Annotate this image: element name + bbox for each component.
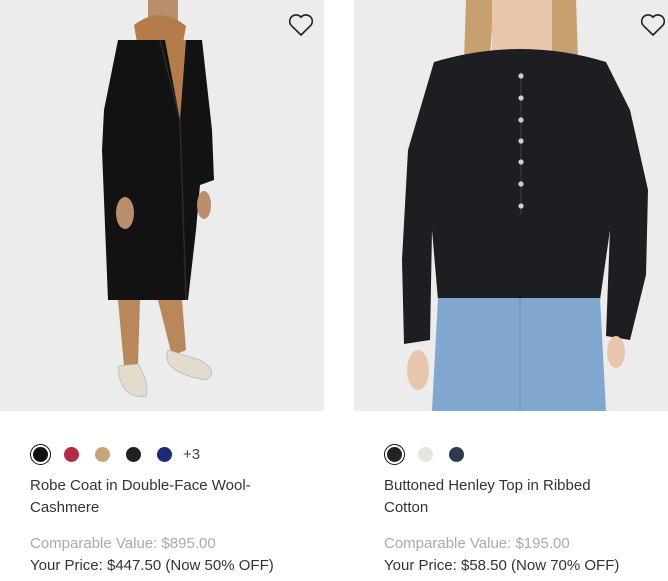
- comparable-value: Comparable Value: $895.00: [30, 535, 216, 552]
- comparable-value: Comparable Value: $195.00: [384, 535, 570, 552]
- henley-top-photo: [354, 0, 668, 411]
- swatch-dark-green[interactable]: [123, 444, 144, 465]
- product-card-robe-coat[interactable]: +3 Robe Coat in Double-Face Wool-Cashmer…: [0, 0, 324, 574]
- swatch-dot: [449, 447, 464, 462]
- swatch-navy[interactable]: [154, 444, 175, 465]
- swatch-dot: [64, 447, 79, 462]
- product-name[interactable]: Buttoned Henley Top in Ribbed Cotton: [384, 475, 624, 519]
- product-image-henley-top[interactable]: [354, 0, 668, 411]
- product-name[interactable]: Robe Coat in Double-Face Wool-Cashmere: [30, 475, 280, 519]
- swatch-dot: [33, 447, 48, 462]
- swatch-dot: [387, 447, 402, 462]
- your-price: Your Price: $447.50 (Now 50% OFF): [30, 557, 274, 574]
- swatch-dot: [157, 447, 172, 462]
- swatch-red[interactable]: [61, 444, 82, 465]
- robe-coat-photo: [0, 0, 324, 411]
- swatch-black[interactable]: [384, 444, 405, 465]
- swatch-black[interactable]: [30, 444, 51, 465]
- more-colors-count[interactable]: +3: [183, 446, 200, 463]
- wishlist-heart-icon[interactable]: [288, 13, 314, 37]
- swatch-navy[interactable]: [446, 444, 467, 465]
- color-swatches: [384, 444, 477, 465]
- swatch-dot: [418, 447, 433, 462]
- swatch-cream[interactable]: [415, 444, 436, 465]
- wishlist-heart-icon[interactable]: [640, 13, 666, 37]
- swatch-dot: [95, 447, 110, 462]
- your-price: Your Price: $58.50 (Now 70% OFF): [384, 557, 620, 574]
- swatch-dot: [126, 447, 141, 462]
- product-image-robe-coat[interactable]: [0, 0, 324, 411]
- swatch-tan[interactable]: [92, 444, 113, 465]
- product-card-henley-top[interactable]: Buttoned Henley Top in Ribbed Cotton Com…: [354, 0, 668, 574]
- color-swatches: +3: [30, 444, 200, 465]
